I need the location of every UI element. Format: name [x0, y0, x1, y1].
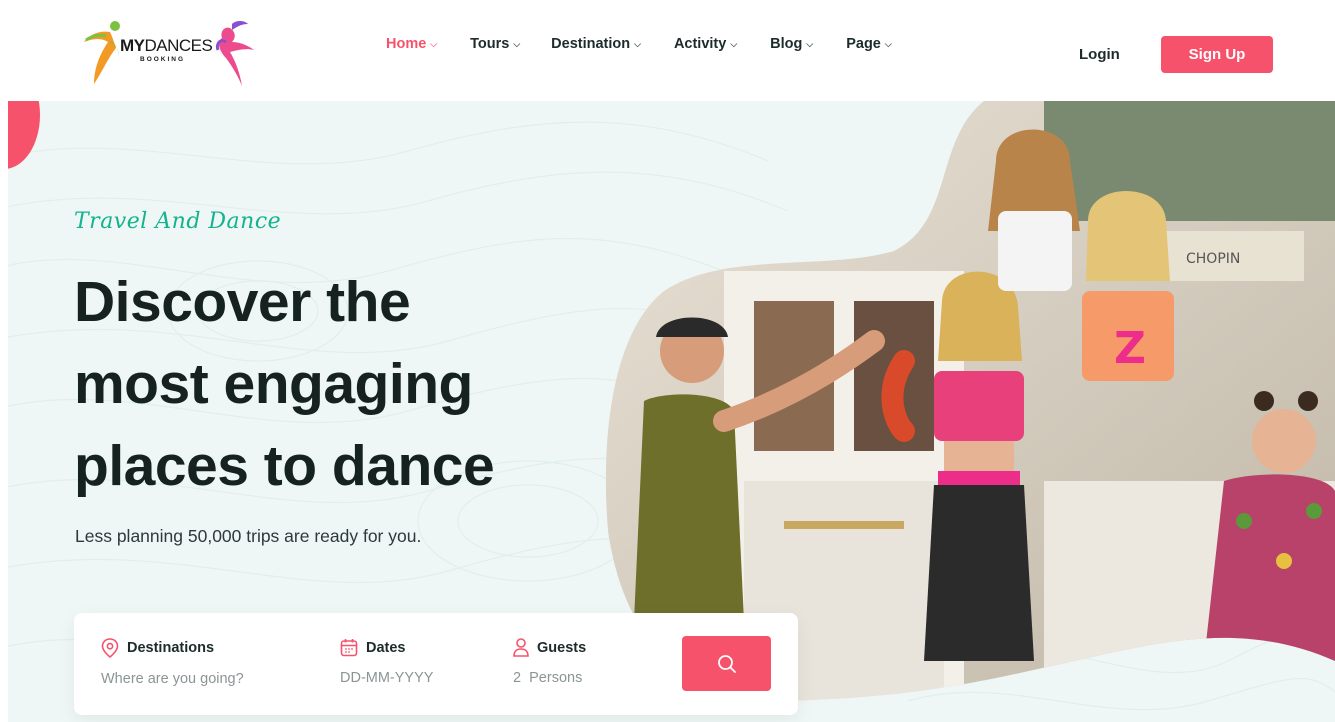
- hero-subtitle: Less planning 50,000 trips are ready for…: [75, 526, 422, 546]
- nav-item-label: Tours: [470, 36, 510, 52]
- brand-name-light: DANCES: [144, 36, 213, 55]
- nav-item-label: Destination: [551, 36, 631, 52]
- chevron-down-icon: ⌵: [806, 38, 814, 49]
- nav-item-label: Activity: [673, 36, 727, 52]
- brand-name: MYDANCES: [120, 36, 213, 56]
- chevron-down-icon: ⌵: [634, 38, 641, 49]
- user-icon: [513, 638, 529, 657]
- dates-label-text: Dates: [366, 639, 406, 656]
- headline-line-3: places to dance: [74, 434, 495, 498]
- dancers-photo: CHOPIN Z: [605, 101, 1335, 701]
- svg-text:Z: Z: [1114, 323, 1146, 374]
- guests-field[interactable]: Guests 2 Persons: [513, 638, 586, 686]
- brand-name-bold: MY: [120, 36, 145, 55]
- headline-line-1: Discover the: [74, 270, 411, 334]
- chevron-down-icon: ⌵: [730, 38, 738, 49]
- dates-label: Dates: [340, 638, 433, 657]
- brand-logo[interactable]: MYDANCES BOOKING: [80, 18, 260, 90]
- dates-field[interactable]: Dates DD-MM-YYYY: [340, 638, 433, 686]
- hero-headline: Discover the most engaging places to dan…: [74, 261, 594, 507]
- signup-button[interactable]: Sign Up: [1161, 36, 1273, 73]
- chevron-down-icon: ⌵: [513, 38, 521, 49]
- headline-line-2: most engaging: [74, 352, 473, 416]
- nav-item-blog[interactable]: Blog ⌵: [770, 36, 813, 52]
- guests-unit: Persons: [529, 670, 583, 686]
- search-icon: [717, 654, 736, 673]
- nav-item-page[interactable]: Page ⌵: [846, 36, 892, 52]
- brand-subtitle: BOOKING: [140, 56, 186, 63]
- main-nav: Home ⌵ Tours ⌵ Destination ⌵ Activity ⌵ …: [386, 36, 892, 52]
- svg-text:CHOPIN: CHOPIN: [1186, 251, 1240, 267]
- hero-tagline: Travel And Dance: [74, 209, 282, 234]
- guests-label: Guests: [513, 638, 586, 657]
- destination-input[interactable]: Where are you going?: [101, 671, 244, 687]
- nav-item-destination[interactable]: Destination ⌵: [551, 36, 641, 52]
- destination-label-text: Destinations: [127, 640, 215, 656]
- destination-field[interactable]: Destinations Where are you going?: [101, 638, 244, 687]
- nav-item-home[interactable]: Home ⌵: [386, 36, 437, 52]
- site-header: MYDANCES BOOKING Home ⌵ Tours ⌵ Destinat…: [8, 8, 1335, 101]
- nav-item-activity[interactable]: Activity ⌵: [674, 36, 737, 52]
- nav-item-tours[interactable]: Tours ⌵: [470, 36, 520, 52]
- guests-count: 2: [513, 670, 522, 686]
- nav-item-label: Page: [846, 36, 881, 52]
- destination-label: Destinations: [101, 638, 244, 658]
- nav-item-label: Home: [386, 36, 427, 52]
- chevron-down-icon: ⌵: [430, 38, 438, 49]
- chevron-down-icon: ⌵: [884, 38, 892, 49]
- search-button[interactable]: [682, 636, 771, 691]
- calendar-icon: [340, 639, 358, 657]
- search-card: Destinations Where are you going? Dates …: [74, 613, 798, 715]
- guests-input[interactable]: 2 Persons: [513, 670, 586, 686]
- hero-section: Travel And Dance Discover the most engag…: [8, 101, 1335, 722]
- guests-label-text: Guests: [537, 639, 587, 656]
- login-link[interactable]: Login: [1079, 46, 1120, 63]
- dates-input[interactable]: DD-MM-YYYY: [340, 670, 433, 686]
- location-pin-icon: [101, 638, 119, 658]
- nav-item-label: Blog: [770, 36, 803, 52]
